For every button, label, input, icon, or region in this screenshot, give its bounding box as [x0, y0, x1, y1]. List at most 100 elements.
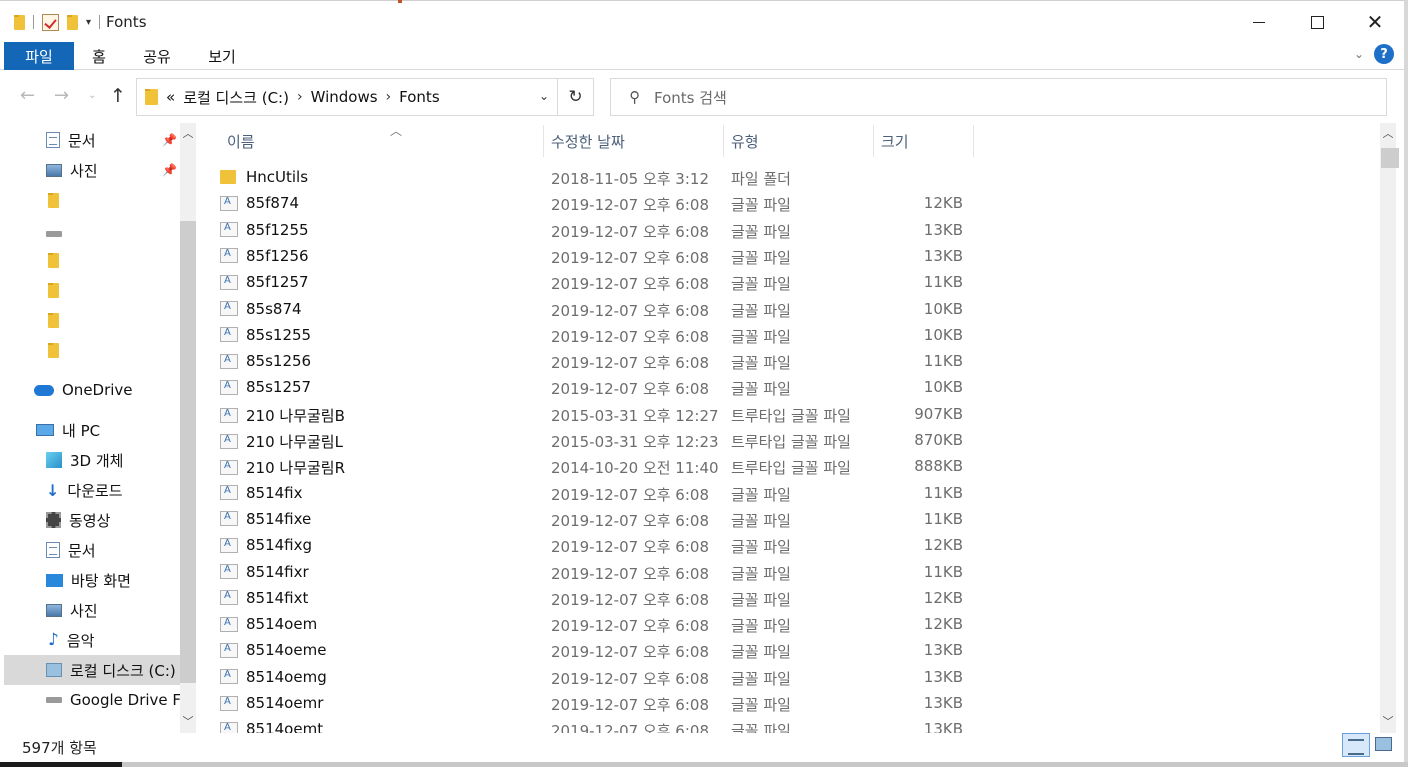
large-icons-view-icon[interactable] — [1375, 737, 1392, 751]
quick-access-toolbar: ▾ — [14, 13, 101, 31]
column-header-date[interactable]: 수정한 날짜 — [544, 125, 724, 157]
up-arrow-icon[interactable]: ↑ — [110, 85, 126, 107]
sidebar-item-this-pc[interactable]: 내 PC — [0, 415, 180, 445]
sidebar-item-pictures-pinned[interactable]: 사진 📌 — [0, 155, 180, 185]
help-icon[interactable]: ? — [1374, 44, 1394, 64]
file-name-text: 8514oem — [246, 615, 318, 634]
properties-icon[interactable] — [42, 13, 59, 31]
file-row[interactable]: 85f1257 2019-12-07 오후 6:08 글꼴 파일 11KB — [220, 270, 980, 296]
sidebar-item-music[interactable]: ♪ 음악 — [0, 625, 180, 655]
sidebar-item-downloads[interactable]: ↓ 다운로드 — [0, 475, 180, 505]
sidebar-scrollbar-thumb[interactable] — [180, 221, 196, 683]
file-name-text: 85s874 — [246, 299, 302, 318]
sidebar-item-google-drive[interactable]: Google Drive Fil — [0, 685, 180, 715]
sidebar-item-label: 사진 — [70, 161, 98, 180]
sidebar-item-folder[interactable] — [0, 185, 180, 215]
file-list-scrollbar-thumb[interactable] — [1381, 148, 1399, 168]
file-row[interactable]: 8514oeme 2019-12-07 오후 6:08 글꼴 파일 13KB — [220, 638, 980, 664]
close-button[interactable]: ✕ — [1346, 4, 1404, 40]
tab-file[interactable]: 파일 — [4, 42, 74, 70]
breadcrumb-fonts[interactable]: Fonts — [399, 88, 439, 106]
file-row[interactable]: 85f1256 2019-12-07 오후 6:08 글꼴 파일 13KB — [220, 244, 980, 270]
file-row[interactable]: 85s1256 2019-12-07 오후 6:08 글꼴 파일 11KB — [220, 349, 980, 375]
scroll-down-arrow-icon[interactable]: ﹀ — [180, 713, 196, 729]
music-icon: ♪ — [48, 630, 59, 650]
file-row[interactable]: 8514fixr 2019-12-07 오후 6:08 글꼴 파일 11KB — [220, 560, 980, 586]
file-row[interactable]: 85s874 2019-12-07 오후 6:08 글꼴 파일 10KB — [220, 297, 980, 323]
breadcrumb-overflow[interactable]: « — [166, 88, 175, 106]
file-name: 85s874 — [220, 300, 302, 318]
details-view-icon[interactable] — [1342, 733, 1370, 757]
expand-ribbon-icon[interactable]: ⌄ — [1354, 47, 1364, 61]
tab-home[interactable]: 홈 — [80, 42, 118, 70]
file-row[interactable]: 8514fixt 2019-12-07 오후 6:08 글꼴 파일 12KB — [220, 586, 980, 612]
new-folder-icon[interactable] — [67, 14, 78, 30]
forward-arrow-icon[interactable]: → — [54, 85, 69, 106]
sidebar-item-pictures[interactable]: 사진 — [0, 595, 180, 625]
file-row[interactable]: 8514oem 2019-12-07 오후 6:08 글꼴 파일 12KB — [220, 612, 980, 638]
file-row[interactable]: 85f1255 2019-12-07 오후 6:08 글꼴 파일 13KB — [220, 218, 980, 244]
file-size: 11KB — [923, 273, 963, 292]
breadcrumb-local-disk[interactable]: 로컬 디스크 (C:) — [183, 87, 289, 108]
file-row[interactable]: 85s1255 2019-12-07 오후 6:08 글꼴 파일 10KB — [220, 323, 980, 349]
file-row[interactable]: 8514oemt 2019-12-07 오후 6:08 글꼴 파일 13KB — [220, 717, 980, 733]
scroll-up-arrow-icon[interactable]: ︿ — [1380, 125, 1396, 141]
maximize-button[interactable] — [1288, 4, 1346, 40]
file-list-scrollbar[interactable] — [1380, 123, 1396, 733]
sidebar-item-desktop[interactable]: 바탕 화면 — [0, 565, 180, 595]
address-bar[interactable]: « 로컬 디스크 (C:) › Windows › Fonts ⌄ — [136, 78, 558, 116]
sidebar-item-folder[interactable] — [0, 305, 180, 335]
file-name-text: 8514fixt — [246, 588, 309, 607]
file-name-text: 8514fixr — [246, 562, 309, 581]
file-name: 8514oem — [220, 615, 317, 633]
navigation-pane: 문서 📌 사진 📌 OneDrive 내 PC 3D 개체 ↓ 다운로드 동영상… — [0, 123, 196, 733]
file-type: 글꼴 파일 — [731, 222, 791, 241]
folder-row[interactable]: HncUtils 2018-11-05 오후 3:12 파일 폴더 — [220, 165, 980, 191]
window-controls: ✕ — [1230, 4, 1404, 40]
search-input[interactable]: ⚲ Fonts 검색 — [610, 78, 1387, 116]
file-row[interactable]: 85s1257 2019-12-07 오후 6:08 글꼴 파일 10KB — [220, 375, 980, 401]
minimize-button[interactable] — [1230, 4, 1288, 40]
file-row[interactable]: 8514oemg 2019-12-07 오후 6:08 글꼴 파일 13KB — [220, 665, 980, 691]
customize-toolbar-dropdown[interactable]: ▾ — [86, 17, 91, 28]
file-row[interactable]: 210 나무굴림L 2015-03-31 오후 12:23 트루타입 글꼴 파일 87… — [220, 428, 980, 454]
file-size: 870KB — [914, 431, 963, 449]
file-row[interactable]: 85f874 2019-12-07 오후 6:08 글꼴 파일 12KB — [220, 191, 980, 217]
address-history-chevron-icon[interactable]: ⌄ — [539, 89, 549, 103]
file-name-text: 8514oeme — [246, 641, 327, 660]
file-row[interactable]: 8514fixe 2019-12-07 오후 6:08 글꼴 파일 11KB — [220, 507, 980, 533]
column-header-type[interactable]: 유형 — [724, 125, 874, 157]
recent-locations-chevron-icon[interactable]: ⌄ — [88, 90, 96, 101]
refresh-button[interactable]: ↻ — [557, 78, 594, 116]
sidebar-item-documents[interactable]: 문서 — [0, 535, 180, 565]
breadcrumb-windows[interactable]: Windows — [311, 88, 378, 106]
sidebar-item-folder[interactable] — [0, 245, 180, 275]
file-row[interactable]: 210 나무굴림B 2015-03-31 오후 12:27 트루타입 글꼴 파일 90… — [220, 402, 980, 428]
file-row[interactable]: 210 나무굴림R 2014-10-20 오전 11:40 트루타입 글꼴 파일 88… — [220, 454, 980, 480]
pin-icon[interactable]: 📌 — [162, 133, 177, 147]
sidebar-item-documents-pinned[interactable]: 문서 📌 — [0, 125, 180, 155]
sidebar-item-onedrive[interactable]: OneDrive — [0, 375, 180, 405]
scroll-up-arrow-icon[interactable]: ︿ — [180, 125, 196, 141]
back-arrow-icon[interactable]: ← — [20, 85, 35, 106]
sidebar-item-folder[interactable] — [0, 335, 180, 365]
sidebar-item-3d-objects[interactable]: 3D 개체 — [0, 445, 180, 475]
sidebar-item-local-disk[interactable]: 로컬 디스크 (C:) — [4, 655, 180, 685]
file-type: 글꼴 파일 — [731, 617, 791, 636]
download-icon: ↓ — [46, 480, 60, 500]
file-row[interactable]: 8514fix 2019-12-07 오후 6:08 글꼴 파일 11KB — [220, 481, 980, 507]
sidebar-item-videos[interactable]: 동영상 — [0, 505, 180, 535]
sidebar-item-folder[interactable] — [0, 275, 180, 305]
breadcrumb-separator-icon[interactable]: › — [386, 89, 392, 105]
scroll-down-arrow-icon[interactable]: ﹀ — [1380, 713, 1396, 729]
tab-share[interactable]: 공유 — [134, 42, 180, 70]
title-bar: ▾ Fonts ✕ — [0, 4, 1404, 40]
breadcrumb-separator-icon[interactable]: › — [297, 89, 303, 105]
pin-icon[interactable]: 📌 — [162, 163, 177, 177]
file-row[interactable]: 8514fixg 2019-12-07 오후 6:08 글꼴 파일 12KB — [220, 533, 980, 559]
tab-view[interactable]: 보기 — [198, 42, 246, 70]
column-header-name[interactable]: 이름 ︿ — [220, 124, 544, 157]
column-header-size[interactable]: 크기 — [874, 125, 974, 157]
file-type: 글꼴 파일 — [731, 564, 791, 583]
file-row[interactable]: 8514oemr 2019-12-07 오후 6:08 글꼴 파일 13KB — [220, 691, 980, 717]
